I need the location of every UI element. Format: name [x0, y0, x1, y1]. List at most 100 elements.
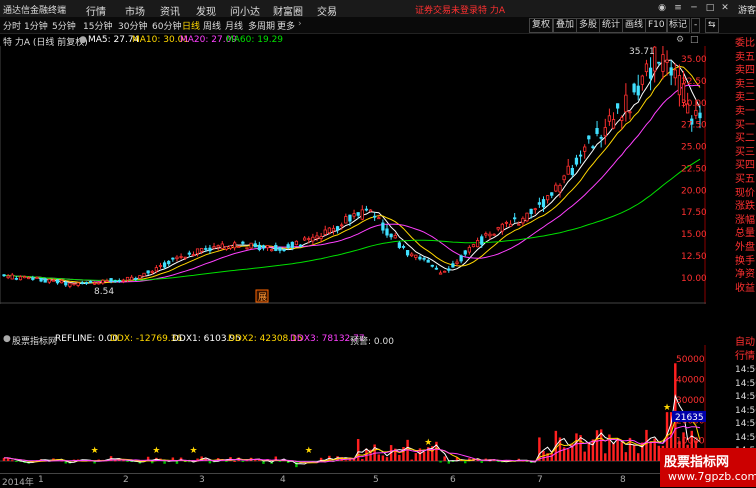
multi-stock-button[interactable]: 多股 — [576, 18, 601, 33]
period-tab-15min[interactable]: 15分钟 — [83, 19, 112, 32]
time-field-label[interactable]: 14:50 — [735, 364, 756, 376]
time-field-label[interactable]: 14:50 — [735, 405, 756, 417]
overlay-button[interactable]: 叠加 — [553, 18, 578, 33]
candle-body — [282, 249, 286, 252]
settings-dot-icon[interactable]: ● — [79, 35, 87, 45]
switch-button[interactable]: ⇆ — [705, 18, 719, 33]
period-tab-monthly[interactable]: 月线 — [225, 19, 243, 32]
candle-body — [76, 282, 80, 286]
time-field-label[interactable]: 14:50 — [735, 418, 756, 430]
menu-item-caifuquan[interactable]: 财富圈 — [273, 3, 303, 18]
price-tick-label: 10.00 — [681, 274, 706, 284]
f10-button[interactable]: F10 — [645, 18, 668, 33]
price-tick-label: 30.00 — [681, 99, 706, 109]
stats-button[interactable]: 统计 — [599, 18, 624, 33]
menu-item-jiaoyi[interactable]: 交易 — [317, 3, 337, 18]
candle-body — [39, 278, 43, 282]
candle-body — [47, 278, 51, 283]
menu-item-shichang[interactable]: 市场 — [125, 3, 145, 18]
candle-body — [187, 252, 191, 255]
period-tab-60min[interactable]: 60分钟 — [152, 19, 181, 32]
indicator-bar — [15, 461, 18, 462]
period-tab-weekly[interactable]: 周线 — [203, 19, 221, 32]
mark-button[interactable]: 标记 — [666, 18, 691, 33]
quote-field-label: 收益 — [735, 282, 755, 294]
quote-field-label: 涨幅 — [735, 214, 755, 226]
candle-body — [591, 146, 595, 149]
period-tab-fenshi[interactable]: 分时 — [3, 19, 21, 32]
time-field-label[interactable]: 行情 — [735, 351, 755, 363]
candle-body — [574, 157, 579, 165]
period-tab-30min[interactable]: 30分钟 — [118, 19, 147, 32]
ma60-line — [3, 158, 701, 282]
more-arrow-icon[interactable]: › — [298, 19, 302, 29]
fuquan-button[interactable]: 复权 — [529, 18, 554, 33]
candle-body — [335, 226, 340, 231]
maximize-icon[interactable]: □ — [704, 2, 716, 14]
menu-item-faxian[interactable]: 发现 — [196, 3, 216, 18]
period-tab-more[interactable]: 更多 — [277, 19, 295, 32]
candle-body — [554, 184, 558, 192]
candle-body — [488, 233, 492, 237]
menu-item-hangqing[interactable]: 行情 — [86, 3, 106, 18]
user-icon[interactable]: ◉ — [656, 2, 668, 14]
close-icon[interactable]: ✕ — [719, 2, 731, 14]
time-field-label[interactable]: 14:50 — [735, 432, 756, 444]
candle-body — [694, 109, 698, 116]
candle-body — [183, 256, 187, 259]
candle-body — [451, 263, 455, 268]
zoom-out-button[interactable]: - — [691, 18, 701, 33]
candle-body — [274, 244, 278, 251]
x-tick-label: 7 — [537, 475, 543, 485]
price-tick-label: 27.50 — [681, 121, 706, 131]
candle-body — [245, 247, 249, 250]
draw-line-button[interactable]: 画线 — [622, 18, 647, 33]
candle-body — [459, 255, 463, 262]
ma20-line — [3, 84, 701, 283]
quote-field-label: 买二 — [735, 133, 755, 145]
candle-body — [195, 248, 200, 254]
candle-body — [669, 67, 673, 76]
candle-body — [179, 256, 183, 258]
period-tab-multi[interactable]: 多周期 — [248, 19, 275, 32]
candle-body — [43, 278, 47, 283]
time-field-label[interactable]: 14:50 — [735, 378, 756, 390]
menu-item-zixun[interactable]: 资讯 — [160, 3, 180, 18]
candle-body — [364, 208, 369, 211]
candle-body — [513, 217, 517, 220]
candle-body — [35, 276, 39, 279]
guest-label[interactable]: 游客 — [738, 3, 756, 16]
settings-gear-icon[interactable]: ⚙ — [676, 35, 684, 45]
candle-body — [146, 270, 150, 274]
period-tab-5min[interactable]: 5分钟 — [52, 19, 76, 32]
ma60-label: MA60: 19.29 — [226, 35, 284, 45]
indicator-bar — [225, 461, 228, 462]
minimize-icon[interactable]: ─ — [688, 2, 700, 14]
menu-item-wenxiaoda[interactable]: 问小达 — [230, 3, 260, 18]
candle-body — [294, 240, 299, 246]
indicator-bar — [550, 453, 553, 461]
period-tab-daily[interactable]: 日线 — [182, 19, 200, 32]
indicator-bar — [414, 453, 418, 461]
menu-icon[interactable]: ≡ — [672, 2, 684, 14]
event-marker[interactable]: 展 — [258, 292, 267, 303]
window-square-icon[interactable]: □ — [690, 35, 699, 45]
candle-body — [496, 227, 500, 230]
indicator-bar — [480, 461, 483, 463]
time-field-label[interactable]: 自动 — [735, 337, 755, 349]
watermark-title: 股票指标网 — [664, 455, 730, 470]
candle-body — [611, 119, 616, 129]
candle-body — [340, 224, 344, 227]
ddx-indicator-chart[interactable]: ★★★★★★ 500004000030000200001000021635 — [0, 345, 706, 473]
stock-title: 特 力A — [478, 6, 506, 16]
indicator-stars: ★ ★ ★ ★ ★ ★ — [91, 403, 672, 456]
indicator-dot-icon[interactable]: ● — [3, 334, 11, 344]
candlestick-chart[interactable]: 35.00 32.50 30.00 27.50 25.00 22.50 20.00 17.50… — [0, 46, 706, 304]
time-field-label[interactable]: 14:50 — [735, 391, 756, 403]
period-tab-1min[interactable]: 1分钟 — [24, 19, 48, 32]
candle-body — [640, 75, 644, 85]
candle-body — [228, 245, 233, 249]
candle-body — [599, 136, 603, 139]
login-warning[interactable]: 证券交易未登录 — [415, 3, 478, 16]
candle-body — [249, 242, 253, 249]
